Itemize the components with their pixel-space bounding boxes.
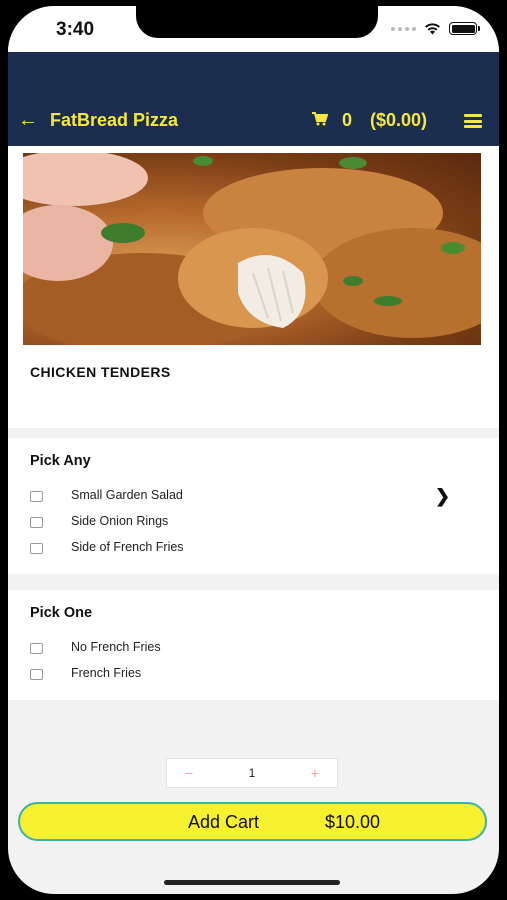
home-indicator[interactable] xyxy=(164,880,340,885)
option-small-garden-salad[interactable]: Small Garden Salad xyxy=(30,488,183,503)
status-icons xyxy=(391,22,480,35)
options-group-pick-any: Pick Any ❯ Small Garden Salad Side Onion… xyxy=(8,438,499,574)
option-label: Side of French Fries xyxy=(71,540,184,554)
add-cart-button[interactable]: Add Cart $10.00 xyxy=(18,802,487,841)
chevron-right-icon[interactable]: ❯ xyxy=(435,486,450,507)
option-label: No French Fries xyxy=(71,640,161,654)
status-time: 3:40 xyxy=(56,19,95,40)
item-image xyxy=(23,153,481,345)
checkbox[interactable] xyxy=(30,490,43,502)
back-arrow-icon[interactable]: ← xyxy=(18,109,38,132)
signal-dots-icon xyxy=(391,26,416,31)
checkbox[interactable] xyxy=(30,668,43,680)
cart-icon[interactable] xyxy=(312,112,328,126)
option-label: Small Garden Salad xyxy=(71,488,183,502)
restaurant-title: FatBread Pizza xyxy=(50,110,179,130)
add-cart-price: $10.00 xyxy=(325,812,381,832)
option-french-fries[interactable]: French Fries xyxy=(30,666,141,681)
top-nav-bar: ← FatBread Pizza 0 ($0.00) xyxy=(8,52,499,146)
cart-total[interactable]: ($0.00) xyxy=(370,110,427,131)
quantity-stepper: − 1 + xyxy=(166,758,338,788)
option-label: French Fries xyxy=(71,666,142,680)
item-name: CHICKEN TENDERS xyxy=(30,364,171,380)
increase-quantity-button[interactable]: + xyxy=(311,765,319,781)
phone-screen: 3:40 ← FatBread Pizza 0 ($0.00) CHICKEN … xyxy=(8,6,499,894)
battery-icon xyxy=(449,22,480,35)
options-group-pick-one: Pick One No French Fries French Fries xyxy=(8,590,499,700)
wifi-icon xyxy=(425,22,440,34)
item-card: CHICKEN TENDERS xyxy=(8,146,499,428)
cart-count[interactable]: 0 xyxy=(342,110,352,131)
checkbox[interactable] xyxy=(30,642,43,654)
quantity-value: 1 xyxy=(248,766,256,780)
checkbox[interactable] xyxy=(30,516,43,528)
option-label: Side Onion Rings xyxy=(71,514,169,528)
option-no-french-fries[interactable]: No French Fries xyxy=(30,640,161,655)
device-notch xyxy=(136,6,378,38)
option-side-onion-rings[interactable]: Side Onion Rings xyxy=(30,514,168,529)
checkbox[interactable] xyxy=(30,542,43,554)
group-title-pick-one: Pick One xyxy=(30,605,93,621)
add-cart-label: Add Cart xyxy=(188,812,260,832)
group-title-pick-any: Pick Any xyxy=(30,453,91,469)
option-side-french-fries[interactable]: Side of French Fries xyxy=(30,540,184,555)
hamburger-menu-icon[interactable] xyxy=(464,114,482,128)
decrease-quantity-button[interactable]: − xyxy=(185,765,193,781)
chicken-tenders-photo xyxy=(23,153,481,345)
